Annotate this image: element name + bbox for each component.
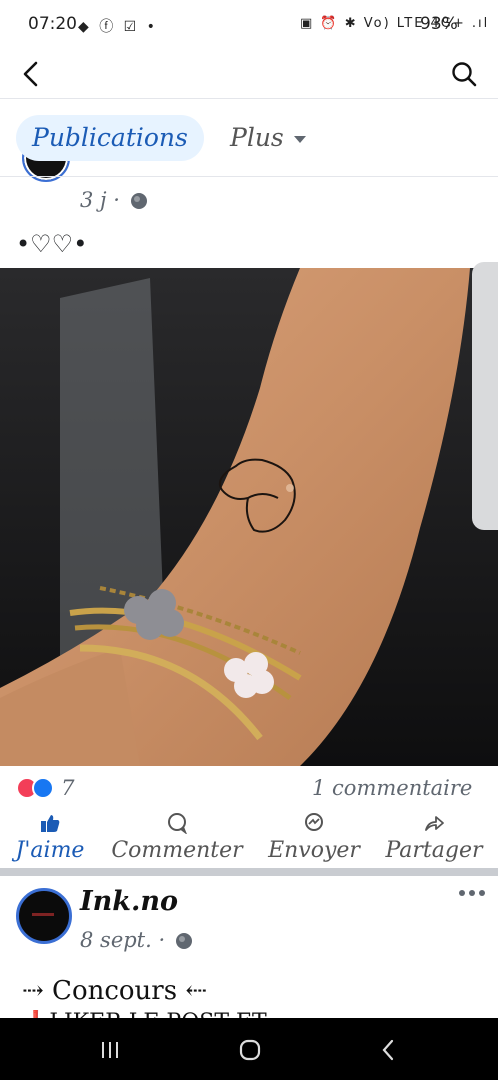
post-text: •♡♡• (16, 230, 88, 258)
send-label: Envoyer (268, 838, 360, 863)
more-options-icon[interactable] (458, 888, 486, 898)
like-icon (32, 777, 54, 799)
caret-down-icon (293, 136, 306, 143)
post-author-name[interactable]: Ink.no (80, 886, 178, 917)
notification-icons: ◆ ⓕ ☑ • (78, 19, 158, 35)
post-date: 3 j · (80, 188, 147, 212)
profile-tabs: Publications Plus (0, 100, 498, 177)
wrist-tattoo-photo (0, 268, 498, 766)
back-arrow-icon[interactable] (20, 60, 42, 88)
comment-button[interactable]: Commenter (108, 812, 246, 863)
comment-bubble-icon (168, 813, 187, 834)
system-icons: ▣ ⏰ ✱ Vo) LTE 4G+ .ıl (300, 16, 490, 31)
status-time: 07:20 (28, 14, 77, 34)
side-handle[interactable] (472, 262, 498, 530)
share-label: Partager (385, 838, 483, 863)
like-button[interactable]: J'aime (10, 812, 90, 863)
search-icon[interactable] (450, 60, 478, 88)
comments-count[interactable]: 1 commentaire (312, 776, 472, 800)
tab-plus[interactable]: Plus (230, 115, 306, 161)
tab-publications[interactable]: Publications (16, 115, 204, 161)
post-photo[interactable] (0, 268, 498, 766)
thumbs-up-icon (41, 815, 60, 832)
share-button[interactable]: Partager (380, 812, 488, 863)
top-bar (0, 52, 498, 99)
reactions-summary[interactable]: 7 (16, 776, 74, 800)
globe-icon (130, 193, 147, 209)
battery-level: 93% (420, 14, 458, 34)
post-author-avatar[interactable] (16, 888, 72, 944)
post-separator (0, 868, 498, 876)
like-label: J'aime (15, 838, 85, 863)
post-date: 8 sept. · (80, 928, 192, 952)
share-arrow-icon (425, 816, 444, 831)
post-text-line: ⇢ Concours ⇠ (22, 976, 208, 1006)
avatar-logo (32, 913, 54, 916)
recent-apps-icon[interactable] (100, 1040, 120, 1060)
send-button[interactable]: Envoyer (262, 812, 366, 863)
system-nav-bar (0, 1018, 498, 1080)
messenger-icon (305, 813, 323, 831)
status-bar: 07:20 ◆ ⓕ ☑ • ▣ ⏰ ✱ Vo) LTE 4G+ .ıl 93% (0, 0, 498, 52)
tab-plus-label: Plus (230, 123, 284, 152)
back-nav-icon[interactable] (380, 1038, 396, 1062)
home-icon[interactable] (238, 1038, 262, 1062)
globe-icon (175, 933, 192, 949)
comment-label: Commenter (111, 838, 243, 863)
reaction-count: 7 (61, 776, 75, 800)
tab-publications-label: Publications (32, 123, 188, 152)
